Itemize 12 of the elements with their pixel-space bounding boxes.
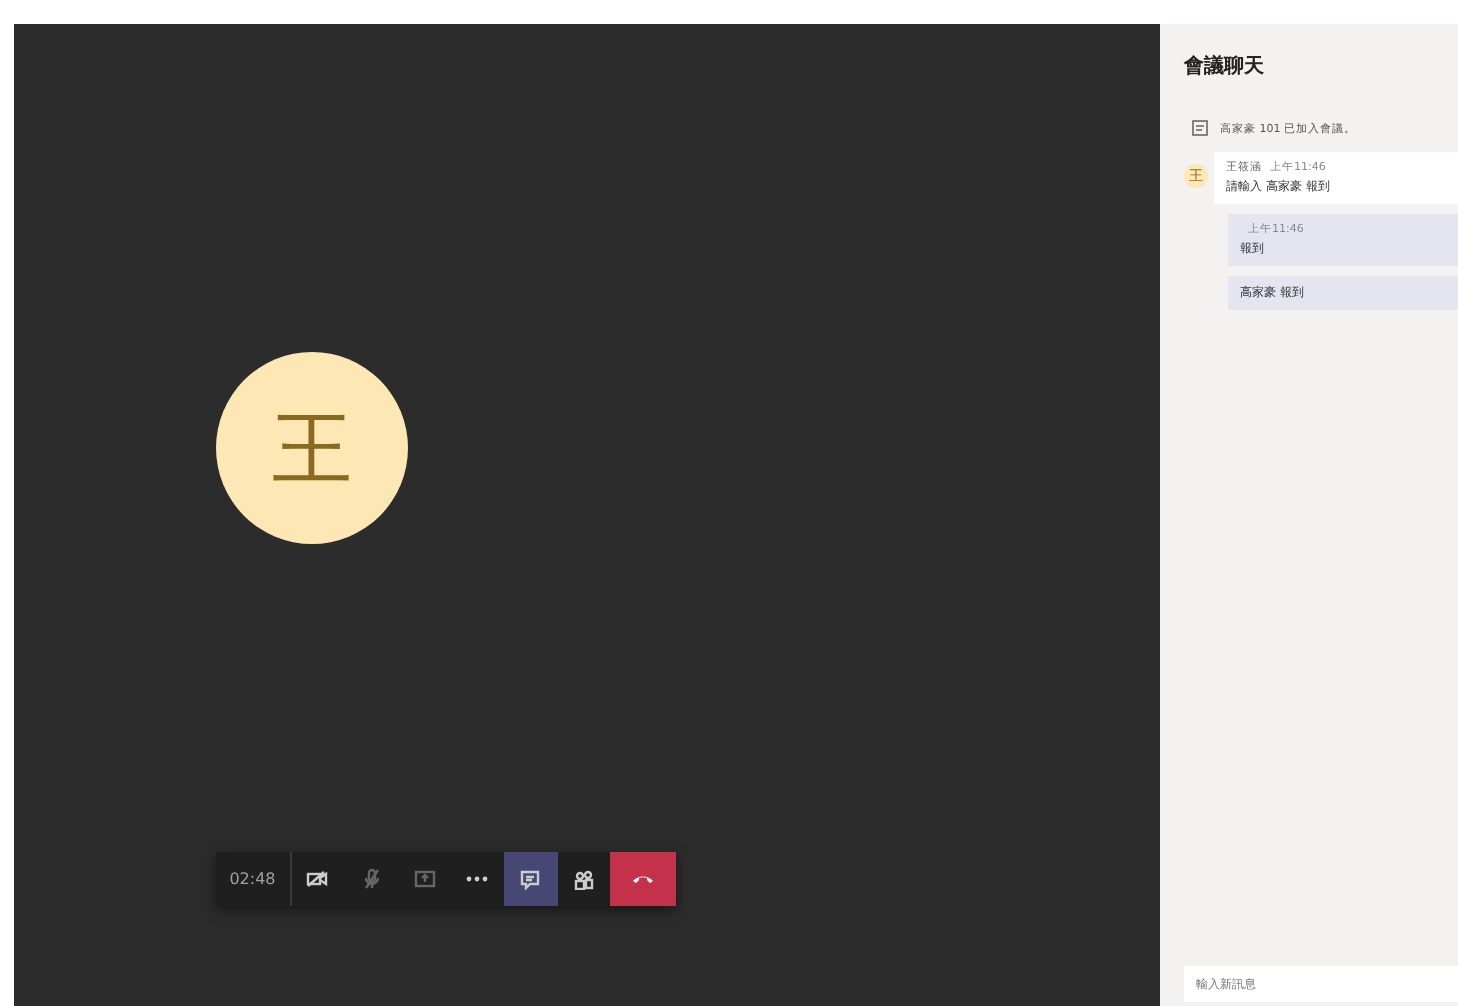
people-icon (574, 869, 595, 889)
chat-title: 會議聊天 (1184, 52, 1266, 80)
more-icon (466, 876, 489, 882)
camera-off-icon (306, 870, 329, 888)
call-timer: 02:48 (216, 852, 292, 906)
join-icon (1192, 120, 1208, 136)
share-screen-icon (413, 870, 436, 888)
chat-icon (520, 869, 541, 889)
hang-up-icon (632, 874, 655, 884)
mic-off-icon (363, 868, 379, 890)
chat-button[interactable] (504, 852, 558, 906)
avatar: 王 (216, 352, 408, 544)
